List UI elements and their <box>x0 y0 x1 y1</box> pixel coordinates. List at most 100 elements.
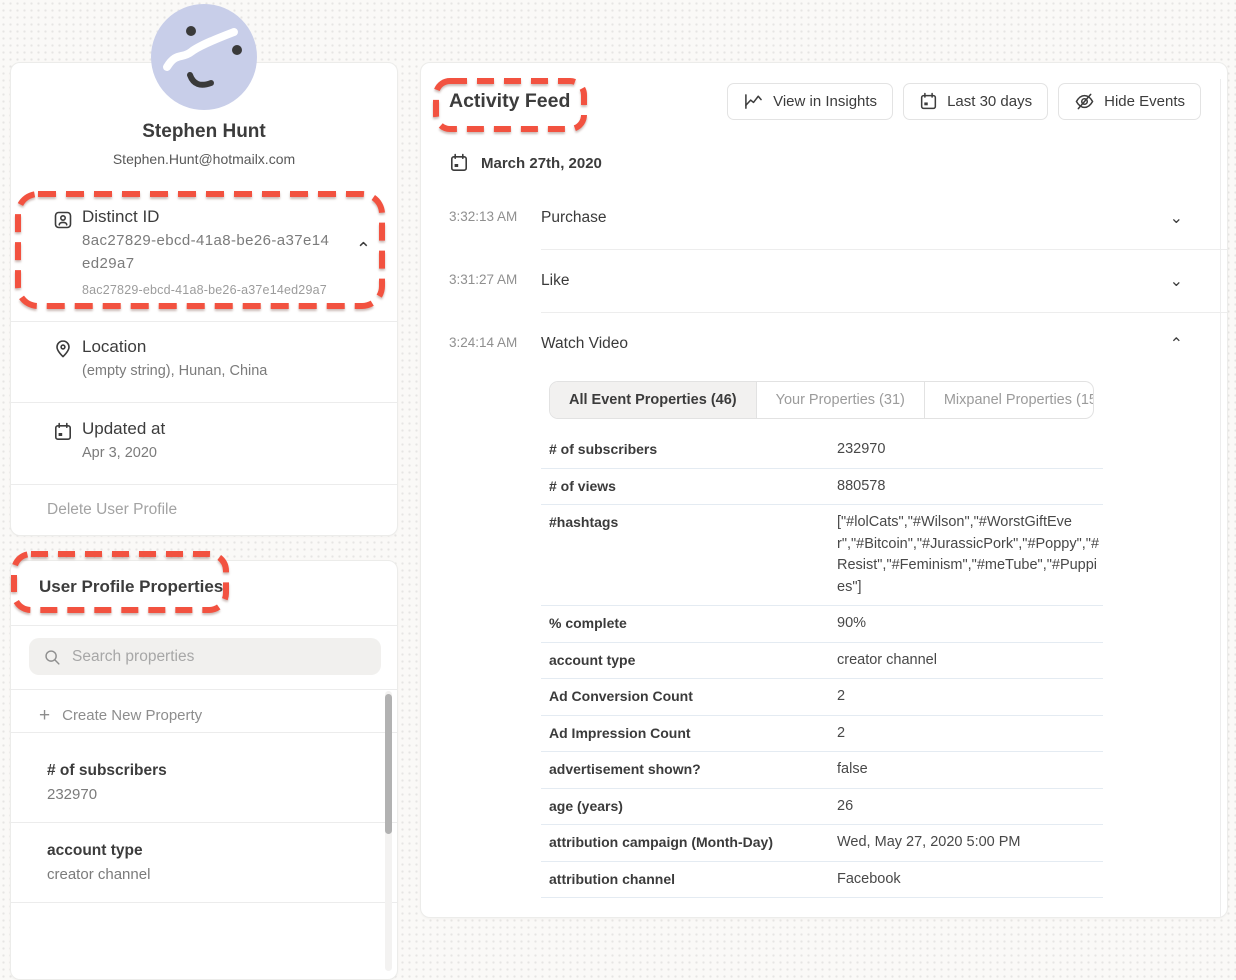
table-row: age (years) 26 <box>541 789 1103 826</box>
scrollbar-thumb[interactable] <box>385 694 392 834</box>
property-value: 2 <box>837 723 1103 745</box>
table-row: attribution channel Facebook <box>541 862 1103 899</box>
chevron-icon[interactable] <box>1170 334 1183 354</box>
property-value: false <box>837 759 1103 781</box>
property-key: age (years) <box>549 796 837 818</box>
tab-your-properties[interactable]: Your Properties (31) <box>757 382 925 418</box>
chevron-icon[interactable] <box>1170 208 1183 228</box>
property-value: 90% <box>837 613 1103 635</box>
property-key: # of views <box>549 476 837 498</box>
event-list: 3:32:13 AM Purchase 3:31:27 AM Like 3:24… <box>421 187 1227 375</box>
property-value: creator channel <box>47 866 347 883</box>
event-properties-table: # of subscribers 232970 # of views 88057… <box>541 432 1103 898</box>
chevron-icon[interactable] <box>1170 271 1183 291</box>
event-time: 3:24:14 AM <box>449 313 541 375</box>
table-row: #hashtags ["#lolCats","#Wilson","#WorstG… <box>541 505 1103 606</box>
property-name: account type <box>47 842 347 860</box>
divider <box>11 402 397 403</box>
updated-at-label: Updated at <box>82 419 165 439</box>
property-key: account type <box>549 650 837 672</box>
property-key: attribution channel <box>549 869 837 891</box>
line-chart-icon <box>743 92 764 111</box>
create-new-property-button[interactable]: + Create New Property <box>39 707 202 724</box>
activity-feed-card: Activity Feed View in Insights Last 30 d… <box>420 62 1228 918</box>
divider <box>11 822 397 823</box>
event-row[interactable]: 3:31:27 AM Like <box>421 250 1227 313</box>
property-value: 880578 <box>837 476 1103 498</box>
table-row: % complete 90% <box>541 606 1103 643</box>
divider <box>11 625 397 626</box>
delete-user-profile-button[interactable]: Delete User Profile <box>47 501 177 519</box>
search-icon <box>43 648 61 666</box>
divider <box>11 689 397 690</box>
event-row[interactable]: 3:24:14 AM Watch Video <box>421 313 1227 375</box>
view-in-insights-button[interactable]: View in Insights <box>727 83 893 120</box>
create-new-property-label: Create New Property <box>62 707 202 724</box>
property-key: Ad Impression Count <box>549 723 837 745</box>
table-row: # of views 880578 <box>541 469 1103 506</box>
plus-icon: + <box>39 709 50 723</box>
table-row: Ad Impression Count 2 <box>541 716 1103 753</box>
table-row: advertisement shown? false <box>541 752 1103 789</box>
location-pin-icon <box>53 339 73 359</box>
scrollbar-track[interactable] <box>1220 79 1221 917</box>
location-value: (empty string), Hunan, China <box>82 363 267 379</box>
event-detail-panel: All Event Properties (46) Your Propertie… <box>541 381 1103 898</box>
distinct-id-value-small: 8ac27829-ebcd-41a8-be26-a37e14ed29a7 <box>82 283 327 297</box>
list-item[interactable]: # of subscribers 232970 <box>47 762 347 803</box>
divider <box>11 321 397 322</box>
event-row[interactable]: 3:32:13 AM Purchase <box>421 187 1227 250</box>
property-key: #hashtags <box>549 512 837 598</box>
user-profile-card: Stephen Hunt Stephen.Hunt@hotmailx.com D… <box>10 62 398 536</box>
event-properties-tabs: All Event Properties (46) Your Propertie… <box>549 381 1094 419</box>
chevron-up-icon[interactable]: ⌃ <box>356 239 371 260</box>
search-properties-box[interactable] <box>29 638 381 675</box>
property-key: % complete <box>549 613 837 635</box>
event-name: Purchase <box>541 209 606 227</box>
property-value: Wed, May 27, 2020 5:00 PM <box>837 832 1103 854</box>
hide-events-button[interactable]: Hide Events <box>1058 83 1201 120</box>
divider <box>11 484 397 485</box>
table-row: account type creator channel <box>541 643 1103 680</box>
date-range-label: Last 30 days <box>947 93 1032 110</box>
tab-all-event-properties[interactable]: All Event Properties (46) <box>550 382 757 418</box>
property-value: ["#lolCats","#Wilson","#WorstGiftEver","… <box>837 512 1103 598</box>
tab-mixpanel-properties[interactable]: Mixpanel Properties (15) <box>925 382 1094 418</box>
event-name: Watch Video <box>541 335 628 353</box>
property-value: 232970 <box>837 439 1103 461</box>
calendar-icon <box>919 92 938 111</box>
property-key: advertisement shown? <box>549 759 837 781</box>
list-item[interactable]: account type creator channel <box>47 842 347 883</box>
distinct-id-value: 8ac27829-ebcd-41a8-be26-a37e14ed29a7 <box>82 229 334 275</box>
user-avatar <box>151 4 257 110</box>
location-label: Location <box>82 337 146 357</box>
distinct-id-label: Distinct ID <box>82 207 159 227</box>
date-range-button[interactable]: Last 30 days <box>903 83 1048 120</box>
property-value: 232970 <box>47 786 347 803</box>
property-value: 2 <box>837 686 1103 708</box>
calendar-icon <box>53 422 73 442</box>
property-value: creator channel <box>837 650 1103 672</box>
divider <box>11 732 397 733</box>
user-profile-properties-card: User Profile Properties + Create New Pro… <box>10 560 398 980</box>
updated-at-value: Apr 3, 2020 <box>82 445 157 461</box>
search-properties-input[interactable] <box>72 648 367 666</box>
property-key: # of subscribers <box>549 439 837 461</box>
divider <box>11 902 397 903</box>
property-key: attribution campaign (Month-Day) <box>549 832 837 854</box>
property-value: 26 <box>837 796 1103 818</box>
table-row: attribution campaign (Month-Day) Wed, Ma… <box>541 825 1103 862</box>
id-badge-icon <box>53 210 73 230</box>
hide-events-label: Hide Events <box>1104 93 1185 110</box>
table-row: # of subscribers 232970 <box>541 432 1103 469</box>
activity-feed-title: Activity Feed <box>449 83 570 113</box>
user-profile-properties-title: User Profile Properties <box>39 577 223 597</box>
eye-off-icon <box>1074 92 1095 111</box>
event-time: 3:31:27 AM <box>449 250 541 313</box>
event-time: 3:32:13 AM <box>449 187 541 250</box>
calendar-icon <box>449 153 469 173</box>
user-name: Stephen Hunt <box>11 121 397 143</box>
property-name: # of subscribers <box>47 762 347 780</box>
date-header: March 27th, 2020 <box>481 155 602 172</box>
property-key: Ad Conversion Count <box>549 686 837 708</box>
